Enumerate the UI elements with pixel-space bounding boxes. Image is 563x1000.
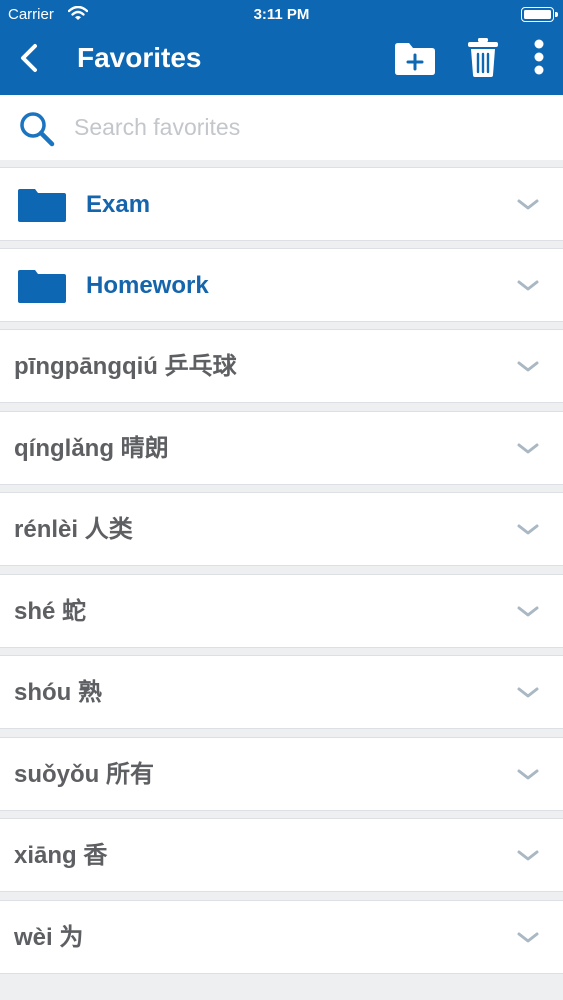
more-options-button[interactable] bbox=[526, 38, 552, 78]
folder-icon bbox=[18, 189, 66, 222]
list-item[interactable]: qínglǎng 晴朗 bbox=[0, 411, 563, 485]
folder-label: Exam bbox=[86, 191, 151, 218]
nav-bar: Carrier 3:11 PM Favorites bbox=[0, 0, 563, 95]
list-item[interactable]: shóu 熟 bbox=[0, 655, 563, 729]
word-label: shóu 熟 bbox=[14, 679, 102, 706]
chevron-down-icon[interactable] bbox=[516, 279, 540, 293]
word-label: wèi 为 bbox=[14, 924, 84, 951]
chevron-down-icon[interactable] bbox=[516, 360, 540, 374]
chevron-down-icon[interactable] bbox=[516, 849, 540, 863]
status-time: 3:11 PM bbox=[253, 6, 310, 23]
chevron-down-icon[interactable] bbox=[516, 198, 540, 212]
search-icon bbox=[20, 112, 55, 147]
list-item[interactable]: suǒyǒu 所有 bbox=[0, 737, 563, 811]
list-item[interactable]: pīngpāngqiú 乒乓球 bbox=[0, 329, 563, 403]
chevron-down-icon[interactable] bbox=[516, 523, 540, 537]
list-item[interactable]: shé 蛇 bbox=[0, 574, 563, 648]
list-item[interactable]: xiāng 香 bbox=[0, 818, 563, 892]
list-item[interactable]: rénlèi 人类 bbox=[0, 492, 563, 566]
word-label: pīngpāngqiú 乒乓球 bbox=[14, 353, 237, 380]
chevron-down-icon[interactable] bbox=[516, 605, 540, 619]
status-bar: Carrier 3:11 PM bbox=[0, 0, 563, 28]
word-label: shé 蛇 bbox=[14, 598, 87, 625]
folder-row-homework[interactable]: Homework bbox=[0, 248, 563, 322]
battery-icon bbox=[521, 7, 558, 22]
search-input[interactable] bbox=[74, 110, 544, 144]
chevron-down-icon[interactable] bbox=[516, 768, 540, 782]
word-label: qínglǎng 晴朗 bbox=[14, 435, 169, 462]
back-button[interactable] bbox=[14, 40, 44, 76]
chevron-down-icon[interactable] bbox=[516, 931, 540, 945]
chevron-down-icon[interactable] bbox=[516, 686, 540, 700]
word-label: xiāng 香 bbox=[14, 842, 108, 869]
word-label: rénlèi 人类 bbox=[14, 516, 133, 543]
new-folder-button[interactable] bbox=[393, 38, 437, 78]
folder-row-exam[interactable]: Exam bbox=[0, 167, 563, 241]
delete-button[interactable] bbox=[466, 36, 500, 78]
folder-label: Homework bbox=[86, 272, 209, 299]
list-item[interactable]: wèi 为 bbox=[0, 900, 563, 974]
folder-icon bbox=[18, 270, 66, 303]
page-title: Favorites bbox=[77, 42, 202, 73]
chevron-down-icon[interactable] bbox=[516, 442, 540, 456]
word-label: suǒyǒu 所有 bbox=[14, 761, 155, 788]
search-bar bbox=[0, 95, 563, 160]
